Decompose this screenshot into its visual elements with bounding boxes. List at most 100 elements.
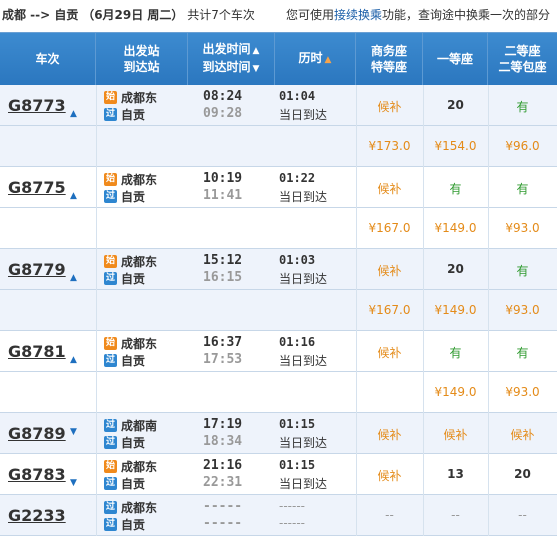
table-row[interactable]: G8783 ▼ 始成都东 过自贡 21:16 22:31 01:15 当日到达 … bbox=[0, 454, 557, 495]
first-seat: -- bbox=[451, 508, 460, 522]
business-seat: -- bbox=[385, 508, 394, 522]
from-station: 始成都东 bbox=[104, 91, 158, 105]
business-price: ¥167.0 bbox=[368, 303, 411, 317]
duration: 01:15 bbox=[279, 417, 316, 431]
pass-icon: 过 bbox=[104, 108, 117, 121]
arrival-time: 18:34 bbox=[203, 434, 243, 449]
train-number[interactable]: G8781 bbox=[8, 342, 66, 361]
col-station: 出发站 到达站 bbox=[96, 33, 188, 85]
pass-icon: 过 bbox=[104, 501, 117, 514]
table-header: 车次 出发站 到达站 出发时间 ▲ 到达时间 ▼ 历时 ▲ 商务座 特等座 一等座 二… bbox=[0, 33, 557, 85]
expand-arrow-icon[interactable]: ▼ bbox=[70, 478, 77, 488]
table-row[interactable]: G2233 过成都东 过自贡 ----- ----- ------ ------… bbox=[0, 495, 557, 536]
business-price: ¥173.0 bbox=[368, 139, 411, 153]
date-text: （6月29日 周二） bbox=[82, 8, 184, 22]
col-second: 二等座 二等包座 bbox=[498, 44, 547, 74]
arrive-day: ------ bbox=[279, 516, 305, 530]
expand-arrow-icon[interactable]: ▲ bbox=[70, 355, 77, 365]
second-price: ¥93.0 bbox=[505, 385, 540, 399]
sort-up-icon[interactable]: ▲ bbox=[253, 46, 260, 56]
departure-time: 10:19 bbox=[203, 171, 243, 186]
business-seat[interactable]: 候补 bbox=[356, 180, 423, 197]
train-count: 共计7个车次 bbox=[187, 8, 255, 22]
route-text: 成都 --> 自贡 bbox=[2, 8, 79, 22]
train-number[interactable]: G8783 bbox=[8, 465, 66, 484]
second-seat: 有 bbox=[516, 100, 529, 114]
start-icon: 始 bbox=[104, 255, 117, 268]
price-row: ¥149.0 ¥93.0 bbox=[0, 372, 557, 413]
col-business: 商务座 特等座 bbox=[356, 33, 423, 85]
first-price: ¥149.0 bbox=[434, 385, 477, 399]
business-seat[interactable]: 候补 bbox=[356, 344, 423, 361]
to-station: 过自贡 bbox=[104, 108, 146, 122]
expand-arrow-icon[interactable]: ▲ bbox=[70, 273, 77, 283]
tip-prefix: 您可使用 bbox=[286, 8, 335, 22]
departure-time: 21:16 bbox=[203, 458, 243, 473]
business-seat[interactable]: 候补 bbox=[356, 467, 423, 484]
second-seat: 有 bbox=[516, 182, 529, 196]
first-seat[interactable]: 候补 bbox=[423, 426, 488, 443]
first-seat: 有 bbox=[449, 182, 462, 196]
pass-icon: 过 bbox=[104, 354, 117, 367]
col-duration[interactable]: 历时 ▲ bbox=[275, 33, 356, 85]
train-number[interactable]: G2233 bbox=[8, 506, 66, 525]
to-station: 过自贡 bbox=[104, 354, 146, 368]
tip-suffix: 功能，查询途中换乘一次的部分 bbox=[382, 8, 551, 22]
pass-icon: 过 bbox=[104, 272, 117, 285]
duration: 01:16 bbox=[279, 335, 316, 349]
table-row[interactable]: G8775 ▲ 始成都东 过自贡 10:19 11:41 01:22 当日到达 … bbox=[0, 167, 557, 208]
arrival-time: ----- bbox=[203, 516, 243, 531]
table-row[interactable]: G8779 ▲ 始成都东 过自贡 15:12 16:15 01:03 当日到达 … bbox=[0, 249, 557, 290]
expand-arrow-icon[interactable]: ▼ bbox=[70, 427, 77, 437]
expand-arrow-icon[interactable]: ▲ bbox=[70, 191, 77, 201]
table-row[interactable]: G8781 ▲ 始成都东 过自贡 16:37 17:53 01:16 当日到达 … bbox=[0, 331, 557, 372]
first-price: ¥149.0 bbox=[434, 303, 477, 317]
arrival-time: 09:28 bbox=[203, 106, 243, 121]
business-seat[interactable]: 候补 bbox=[356, 98, 423, 115]
pass-icon: 过 bbox=[104, 190, 117, 203]
pass-icon: 过 bbox=[104, 477, 117, 490]
train-number[interactable]: G8773 bbox=[8, 96, 66, 115]
departure-time: 15:12 bbox=[203, 253, 243, 268]
business-seat[interactable]: 候补 bbox=[356, 262, 423, 279]
from-station: 始成都东 bbox=[104, 173, 158, 187]
business-seat[interactable]: 候补 bbox=[356, 426, 423, 443]
train-number[interactable]: G8779 bbox=[8, 260, 66, 279]
to-station: 过自贡 bbox=[104, 272, 146, 286]
to-station: 过自贡 bbox=[104, 436, 146, 450]
arrive-day: 当日到达 bbox=[279, 354, 328, 368]
second-seat[interactable]: 候补 bbox=[488, 426, 557, 443]
column-divider bbox=[96, 85, 97, 536]
price-row: ¥167.0 ¥149.0 ¥93.0 bbox=[0, 208, 557, 249]
col-train[interactable]: 车次 bbox=[0, 33, 96, 85]
arrival-time: 16:15 bbox=[203, 270, 243, 285]
arrive-day: 当日到达 bbox=[279, 272, 328, 286]
from-station: 始成都东 bbox=[104, 460, 158, 474]
train-number[interactable]: G8789 bbox=[8, 424, 66, 443]
business-price: ¥167.0 bbox=[368, 221, 411, 235]
expand-arrow-icon[interactable]: ▲ bbox=[70, 109, 77, 119]
from-station: 过成都东 bbox=[104, 501, 158, 515]
duration: ------ bbox=[279, 499, 305, 513]
first-seat: 20 bbox=[447, 98, 464, 112]
duration: 01:22 bbox=[279, 171, 316, 185]
start-icon: 始 bbox=[104, 91, 117, 104]
second-price: ¥96.0 bbox=[505, 139, 540, 153]
train-table: 车次 出发站 到达站 出发时间 ▲ 到达时间 ▼ 历时 ▲ 商务座 特等座 一等座 二… bbox=[0, 32, 557, 536]
price-row: ¥173.0 ¥154.0 ¥96.0 bbox=[0, 126, 557, 167]
col-first: 一等座 bbox=[423, 33, 488, 85]
transfer-link[interactable]: 接续换乘 bbox=[334, 8, 382, 22]
sort-up-icon[interactable]: ▲ bbox=[325, 55, 332, 65]
from-station: 始成都东 bbox=[104, 255, 158, 269]
second-seat: 有 bbox=[516, 346, 529, 360]
to-station: 过自贡 bbox=[104, 518, 146, 532]
train-number[interactable]: G8775 bbox=[8, 178, 66, 197]
table-row[interactable]: G8789 ▼ 过成都南 过自贡 17:19 18:34 01:15 当日到达 … bbox=[0, 413, 557, 454]
sort-down-icon[interactable]: ▼ bbox=[253, 64, 260, 74]
pass-icon: 过 bbox=[104, 518, 117, 531]
pass-icon: 过 bbox=[104, 419, 117, 432]
table-row[interactable]: G8773 ▲ 始成都东 过自贡 08:24 09:28 01:04 当日到达 … bbox=[0, 85, 557, 126]
departure-time: 16:37 bbox=[203, 335, 243, 350]
col-time[interactable]: 出发时间 ▲ 到达时间 ▼ bbox=[188, 33, 275, 85]
arrival-time: 11:41 bbox=[203, 188, 243, 203]
